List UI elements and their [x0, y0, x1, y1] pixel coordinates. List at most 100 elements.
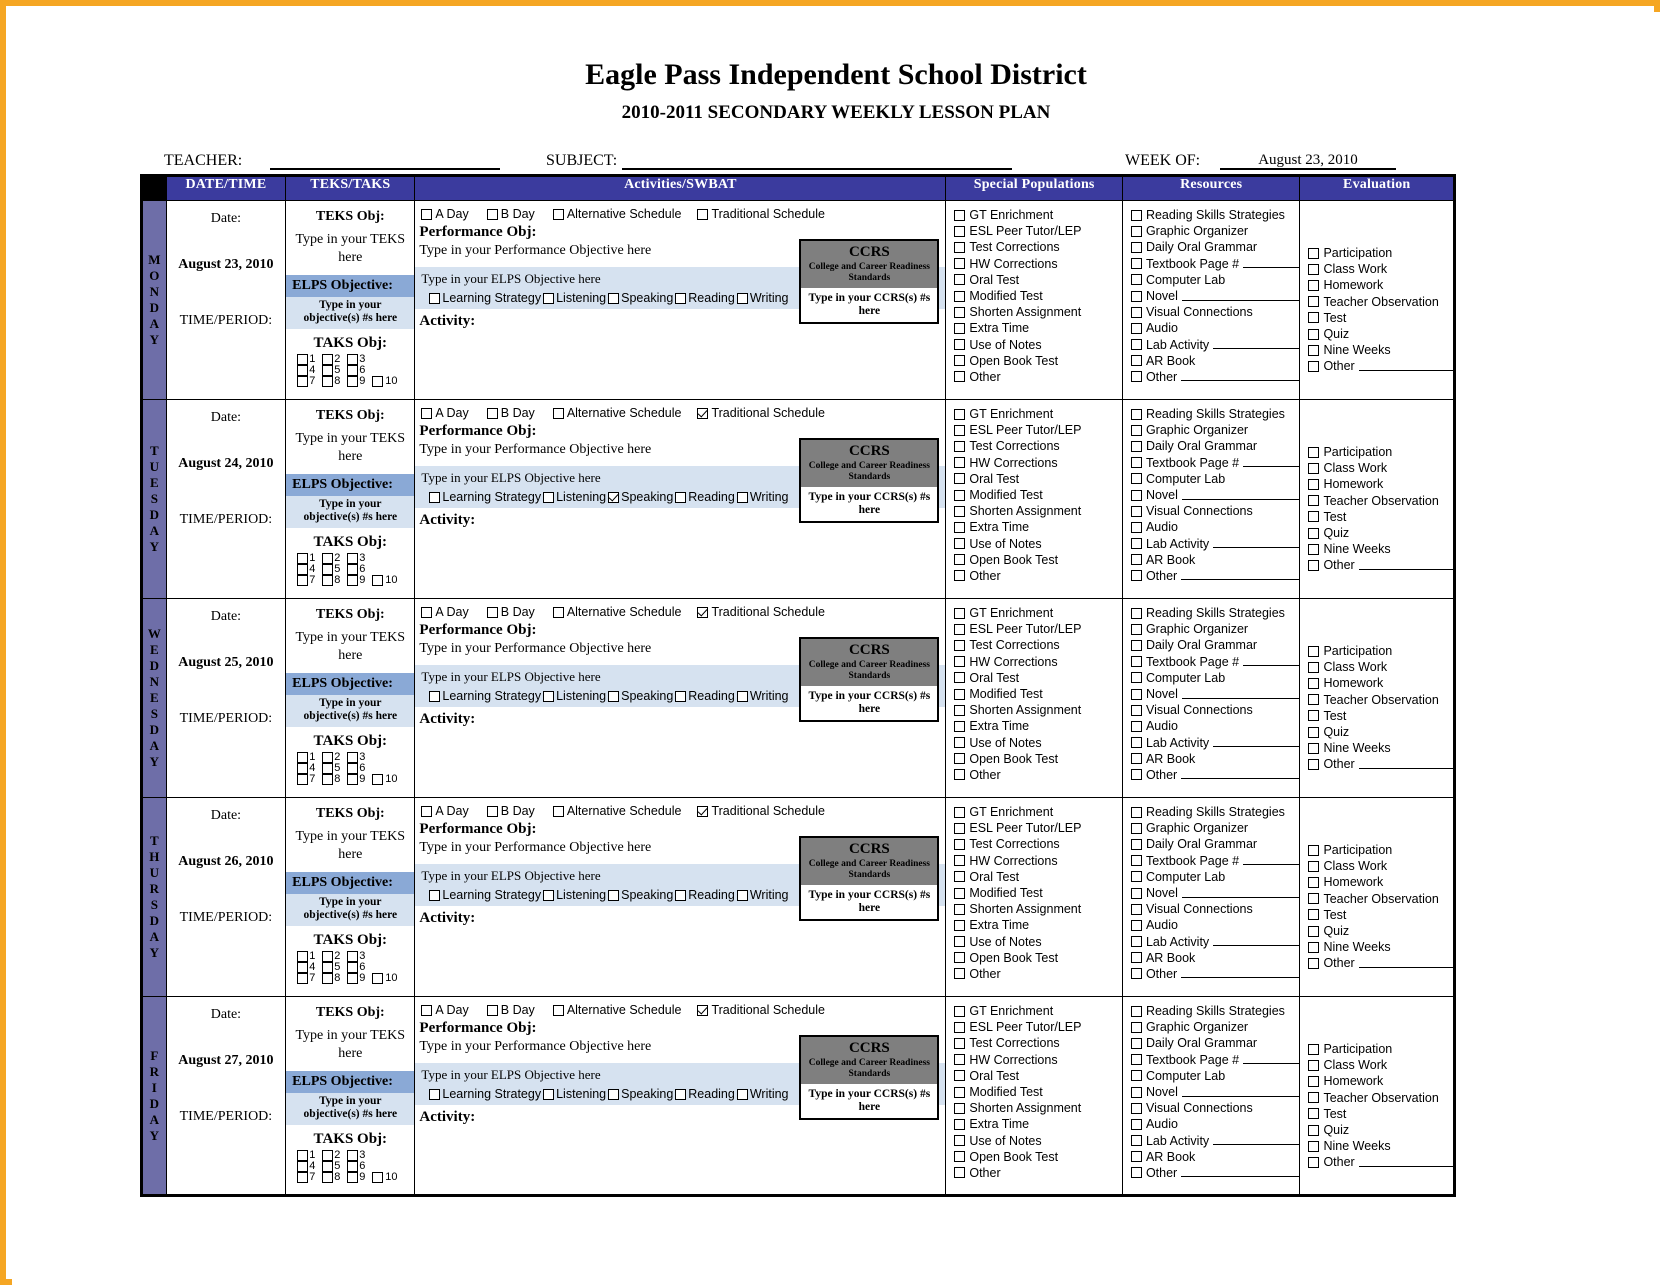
schedule-option-0[interactable]: A Day	[421, 804, 469, 818]
checkbox[interactable]	[429, 1088, 441, 1100]
checkbox[interactable]	[954, 274, 966, 286]
elps-option-3[interactable]: Reading	[675, 689, 735, 703]
resource-writein[interactable]	[1213, 937, 1300, 947]
checkbox[interactable]	[1308, 941, 1320, 953]
taks-option[interactable]: 8	[322, 376, 347, 387]
elps-objective-input[interactable]: Type in your objective(s) #s here	[286, 1093, 415, 1125]
special-population-item[interactable]: Extra Time	[954, 917, 1122, 933]
resource-item[interactable]: Audio	[1130, 718, 1300, 734]
checkbox[interactable]	[297, 962, 309, 973]
elps-option-1[interactable]: Listening	[543, 1087, 606, 1101]
checkbox[interactable]	[1130, 639, 1142, 651]
checkbox[interactable]	[297, 763, 309, 774]
checkbox[interactable]	[954, 903, 966, 915]
checkbox[interactable]	[1308, 909, 1320, 921]
evaluation-item[interactable]: Participation	[1308, 245, 1453, 261]
evaluation-writein[interactable]	[1358, 959, 1453, 968]
checkbox[interactable]	[954, 225, 966, 237]
checkbox[interactable]	[486, 1004, 498, 1016]
evaluation-item[interactable]: Other	[1308, 1154, 1453, 1170]
taks-option[interactable]: 9	[347, 774, 372, 785]
evaluation-item[interactable]: Test	[1308, 1106, 1453, 1122]
taks-option[interactable]: 7	[297, 1172, 322, 1183]
evaluation-item[interactable]: Class Work	[1308, 460, 1453, 476]
checkbox[interactable]	[954, 607, 966, 619]
special-population-item[interactable]: Shorten Assignment	[954, 1100, 1122, 1116]
special-population-item[interactable]: Extra Time	[954, 519, 1122, 535]
evaluation-item[interactable]: Participation	[1308, 444, 1453, 460]
checkbox[interactable]	[322, 763, 334, 774]
evaluation-item[interactable]: Nine Weeks	[1308, 342, 1453, 358]
teks-input[interactable]: Type in your TEKS here	[286, 623, 414, 673]
checkbox[interactable]	[954, 871, 966, 883]
ccrs-input[interactable]: Type in your CCRS(s) #s here	[801, 1084, 937, 1118]
schedule-option-1[interactable]: B Day	[486, 207, 535, 221]
checkbox[interactable]	[1130, 570, 1142, 582]
special-population-item[interactable]: Use of Notes	[954, 536, 1122, 552]
resource-item[interactable]: Reading Skills Strategies	[1130, 605, 1300, 621]
checkbox[interactable]	[954, 887, 966, 899]
elps-objective-input[interactable]: Type in your objective(s) #s here	[286, 297, 415, 329]
checkbox[interactable]	[1308, 279, 1320, 291]
checkbox[interactable]	[954, 855, 966, 867]
taks-option-10[interactable]: 10	[372, 951, 403, 984]
taks-option[interactable]: 9	[347, 1172, 372, 1183]
checkbox[interactable]	[1130, 1070, 1142, 1082]
checkbox[interactable]	[697, 805, 709, 817]
checkbox[interactable]	[697, 606, 709, 618]
checkbox[interactable]	[954, 656, 966, 668]
resource-item[interactable]: Lab Activity	[1130, 337, 1300, 353]
checkbox[interactable]	[1130, 241, 1142, 253]
checkbox[interactable]	[1130, 424, 1142, 436]
checkbox[interactable]	[1130, 656, 1142, 668]
resource-writein[interactable]	[1243, 259, 1300, 269]
special-population-item[interactable]: HW Corrections	[954, 256, 1122, 272]
resource-item[interactable]: Daily Oral Grammar	[1130, 1035, 1300, 1051]
checkbox[interactable]	[1308, 1108, 1320, 1120]
checkbox[interactable]	[486, 208, 498, 220]
evaluation-item[interactable]: Other	[1308, 756, 1453, 772]
teks-input[interactable]: Type in your TEKS here	[286, 822, 414, 872]
checkbox[interactable]	[1130, 936, 1142, 948]
resource-item[interactable]: AR Book	[1130, 552, 1300, 568]
special-population-item[interactable]: Extra Time	[954, 1116, 1122, 1132]
evaluation-item[interactable]: Quiz	[1308, 923, 1453, 939]
elps-option-2[interactable]: Speaking	[608, 1087, 673, 1101]
resource-writein[interactable]	[1181, 1088, 1300, 1097]
schedule-option-1[interactable]: B Day	[486, 406, 535, 420]
checkbox[interactable]	[1130, 737, 1142, 749]
checkbox[interactable]	[322, 575, 334, 586]
teks-input[interactable]: Type in your TEKS here	[286, 424, 414, 474]
checkbox[interactable]	[1130, 1086, 1142, 1098]
checkbox[interactable]	[1308, 1092, 1320, 1104]
checkbox[interactable]	[954, 505, 966, 517]
resource-writein[interactable]	[1243, 657, 1300, 667]
checkbox[interactable]	[954, 753, 966, 765]
checkbox[interactable]	[1130, 822, 1142, 834]
checkbox[interactable]	[954, 1151, 966, 1163]
schedule-option-0[interactable]: A Day	[421, 207, 469, 221]
checkbox[interactable]	[954, 322, 966, 334]
checkbox[interactable]	[347, 752, 359, 763]
taks-option[interactable]: 7	[297, 376, 322, 387]
elps-option-4[interactable]: Writing	[736, 490, 789, 504]
checkbox[interactable]	[322, 973, 334, 984]
ccrs-input[interactable]: Type in your CCRS(s) #s here	[801, 686, 937, 720]
taks-option[interactable]: 8	[322, 1172, 347, 1183]
checkbox[interactable]	[954, 424, 966, 436]
checkbox[interactable]	[675, 292, 687, 304]
checkbox[interactable]	[1308, 495, 1320, 507]
schedule-option-2[interactable]: Alternative Schedule	[552, 605, 681, 619]
resource-writein[interactable]	[1181, 1168, 1300, 1178]
checkbox[interactable]	[552, 407, 564, 419]
special-population-item[interactable]: Test Corrections	[954, 239, 1122, 255]
special-population-item[interactable]: Test Corrections	[954, 836, 1122, 852]
checkbox[interactable]	[675, 690, 687, 702]
checkbox[interactable]	[954, 623, 966, 635]
special-population-item[interactable]: GT Enrichment	[954, 605, 1122, 621]
date-value[interactable]: August 24, 2010	[173, 456, 280, 472]
resource-item[interactable]: Computer Lab	[1130, 1068, 1300, 1084]
checkbox[interactable]	[1308, 1043, 1320, 1055]
evaluation-item[interactable]: Homework	[1308, 1073, 1453, 1089]
checkbox[interactable]	[1130, 1102, 1142, 1114]
